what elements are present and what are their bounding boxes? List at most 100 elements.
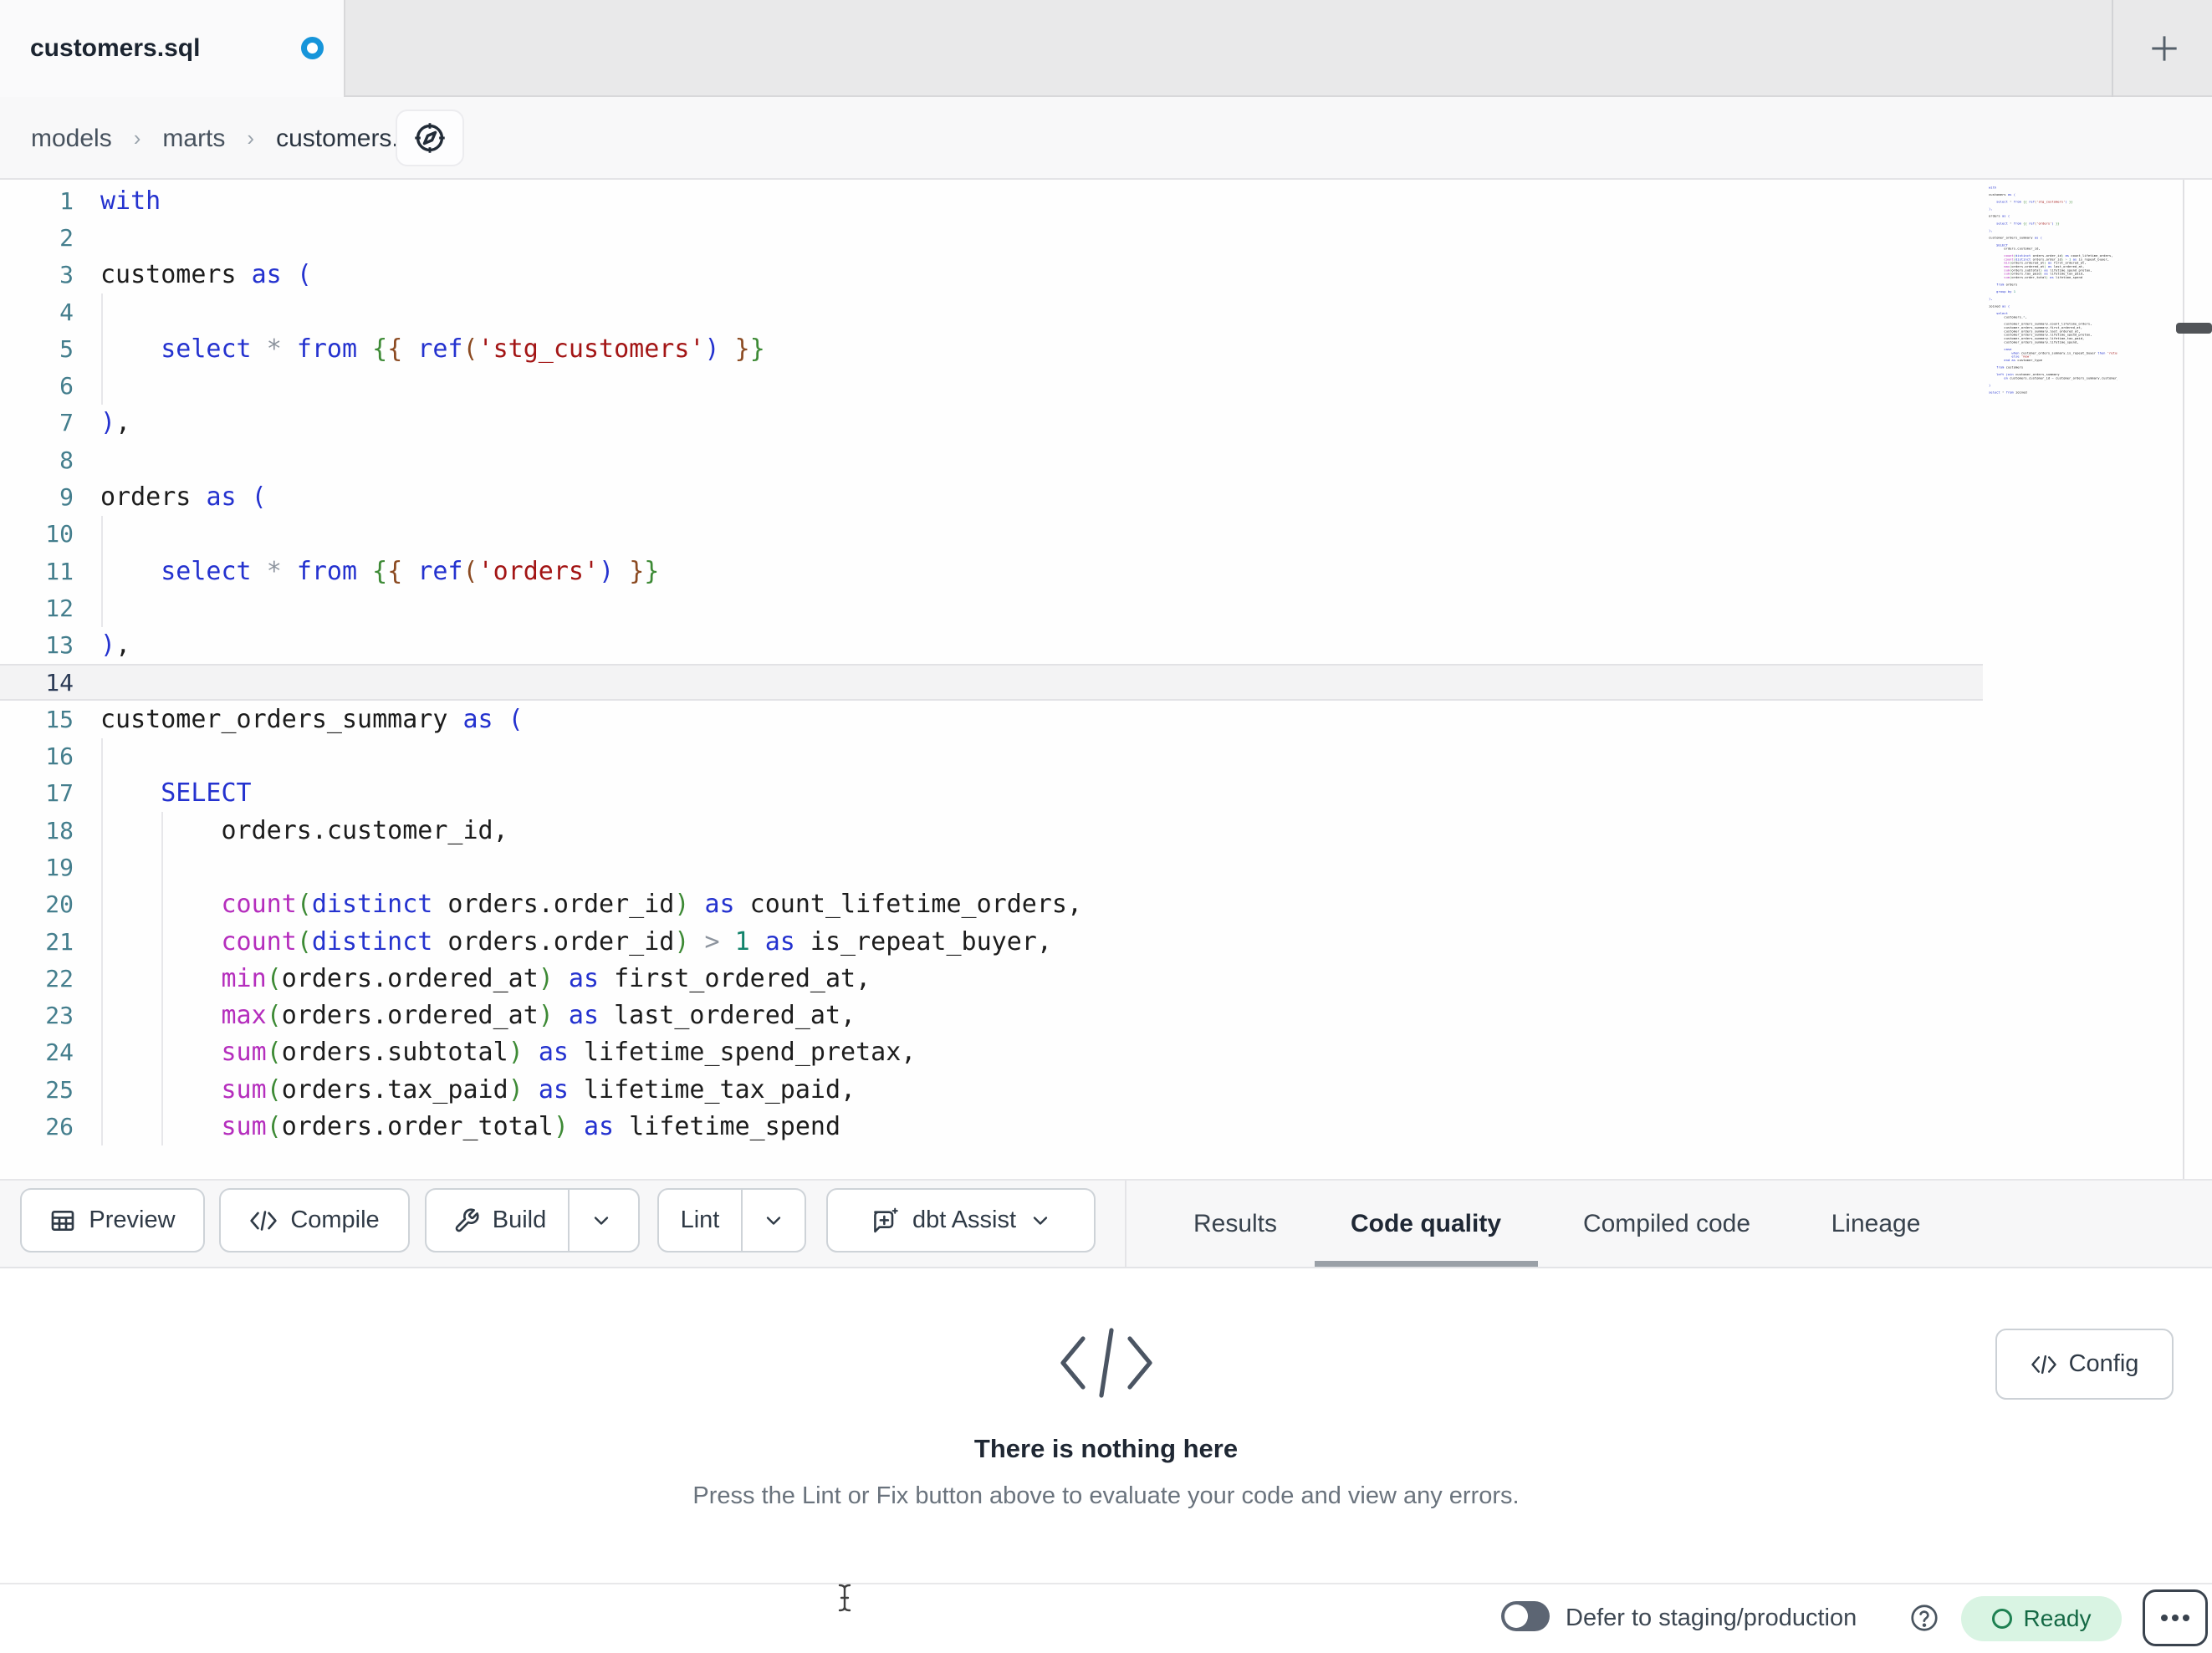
code-line-24[interactable]: 24 sum(orders.subtotal) as lifetime_spen… (0, 1034, 1983, 1071)
breadcrumb-separator: › (247, 125, 255, 151)
tab-code-quality[interactable]: Code quality (1351, 1181, 1501, 1267)
line-number: 20 (45, 890, 74, 919)
new-tab-button[interactable] (2138, 22, 2191, 75)
line-number: 10 (45, 520, 74, 548)
compile-button[interactable]: Compile (219, 1188, 410, 1253)
code-line-18[interactable]: 18 orders.customer_id, (0, 812, 1983, 849)
dbt-assist-button-label: dbt Assist (912, 1207, 1017, 1233)
tabbar-divider (2112, 0, 2113, 97)
build-split-button: Build (425, 1188, 640, 1253)
code-line-6[interactable]: 6 (0, 367, 1983, 404)
code-icon (2031, 1353, 2057, 1376)
code-line-17[interactable]: 17 SELECT (0, 775, 1983, 812)
code-line-5[interactable]: 5 select * from {{ ref('stg_customers') … (0, 330, 1983, 367)
build-dropdown-button[interactable] (570, 1190, 633, 1251)
line-number: 23 (45, 1002, 74, 1030)
line-number: 13 (45, 631, 74, 660)
code-text: min(orders.ordered_at) as first_ordered_… (221, 963, 871, 993)
code-text: sum(orders.tax_paid) as lifetime_tax_pai… (221, 1074, 856, 1105)
editor-scrollbar-thumb[interactable] (2176, 323, 2212, 334)
code-line-2[interactable]: 2 (0, 219, 1983, 256)
code-line-13[interactable]: 13), (0, 627, 1983, 664)
line-number: 26 (45, 1113, 74, 1141)
breadcrumb-marts[interactable]: marts (162, 125, 225, 153)
line-number: 25 (45, 1075, 74, 1104)
empty-state: There is nothing here Press the Lint or … (0, 1268, 2212, 1510)
code-line-21[interactable]: 21 count(distinct orders.order_id) > 1 a… (0, 923, 1983, 960)
code-line-11[interactable]: 11 select * from {{ ref('orders') }} (0, 553, 1983, 589)
unsaved-changes-dot-icon (301, 37, 324, 59)
code-line-4[interactable]: 4 (0, 293, 1983, 330)
open-lineage-button[interactable] (396, 110, 464, 166)
code-line-12[interactable]: 12 (0, 589, 1983, 626)
code-line-22[interactable]: 22 min(orders.ordered_at) as first_order… (0, 960, 1983, 997)
code-line-23[interactable]: 23 max(orders.ordered_at) as last_ordere… (0, 997, 1983, 1034)
line-number: 22 (45, 964, 74, 992)
wrench-icon (453, 1207, 480, 1234)
code-line-15[interactable]: 15 customer_orders_summary as ( (0, 701, 1983, 737)
chevron-down-icon (762, 1209, 785, 1232)
line-number: 24 (45, 1038, 74, 1067)
line-number: 3 (59, 261, 74, 289)
code-line-14[interactable]: 14 (0, 663, 1983, 702)
breadcrumb-separator: › (133, 125, 141, 151)
line-number: 5 (59, 334, 74, 363)
code-text: customer_orders_summary as ( (100, 704, 524, 734)
code-line-26[interactable]: 26 sum(orders.order_total) as lifetime_s… (0, 1108, 1983, 1145)
code-icon (249, 1208, 278, 1233)
code-line-7[interactable]: 7), (0, 405, 1983, 441)
code-editor[interactable]: 1 with 2 3 customers as (4 5 select * from {{… (0, 180, 2212, 1179)
more-options-button[interactable] (2143, 1589, 2208, 1646)
tab-lineage[interactable]: Lineage (1831, 1181, 1921, 1267)
compile-button-label: Compile (290, 1207, 380, 1233)
breadcrumb-models[interactable]: models (31, 125, 112, 153)
code-text: sum(orders.order_total) as lifetime_spen… (221, 1112, 841, 1142)
line-number: 15 (45, 705, 74, 733)
code-line-20[interactable]: 20 count(distinct orders.order_id) as co… (0, 886, 1983, 923)
code-line-3[interactable]: 3 customers as ( (0, 257, 1983, 293)
build-button-label: Build (492, 1207, 547, 1233)
defer-toggle[interactable] (1501, 1601, 1550, 1631)
code-text: orders as ( (100, 482, 267, 513)
status-bar: Defer to staging/production Ready (0, 1583, 2212, 1653)
code-text: customers as ( (100, 260, 312, 290)
code-text: max(orders.ordered_at) as last_ordered_a… (221, 1001, 856, 1031)
status-badge-ready[interactable]: Ready (1961, 1596, 2122, 1641)
line-number: 6 (59, 372, 74, 400)
text-cursor-pointer (836, 1583, 853, 1613)
tab-customers-sql[interactable]: customers.sql (0, 0, 345, 97)
code-line-19[interactable]: 19 (0, 849, 1983, 885)
config-button[interactable]: Config (1995, 1329, 2174, 1400)
build-button[interactable]: Build (432, 1190, 569, 1251)
line-number: 14 (45, 668, 74, 696)
chevron-down-icon (590, 1209, 613, 1232)
code-line-16[interactable]: 16 (0, 737, 1983, 774)
tab-bar: customers.sql (0, 0, 2212, 97)
chevron-down-icon (1029, 1209, 1052, 1232)
tab-compiled-code[interactable]: Compiled code (1583, 1181, 1750, 1267)
help-circle-icon[interactable] (1909, 1603, 1939, 1633)
code-line-9[interactable]: 9 orders as ( (0, 478, 1983, 515)
preview-button[interactable]: Preview (20, 1188, 205, 1253)
code-line-10[interactable]: 10 (0, 516, 1983, 553)
tab-results[interactable]: Results (1193, 1181, 1277, 1267)
lint-dropdown-button[interactable] (743, 1190, 805, 1251)
code-line-8[interactable]: 8 (0, 441, 1983, 478)
code-text: orders.customer_id, (100, 815, 508, 845)
defer-label: Defer to staging/production (1566, 1604, 1857, 1631)
line-number: 7 (59, 409, 74, 437)
lint-button[interactable]: Lint (659, 1190, 741, 1251)
code-text: count(distinct orders.order_id) > 1 as i… (221, 926, 1052, 957)
minimap[interactable]: with customers as ( select * from {{ ref… (1989, 186, 2117, 436)
line-number: 16 (45, 742, 74, 771)
line-number: 11 (45, 557, 74, 585)
dbt-assist-button[interactable]: dbt Assist (826, 1188, 1096, 1253)
code-line-1[interactable]: 1 with (0, 182, 1983, 219)
empty-state-title: There is nothing here (973, 1434, 1239, 1463)
toggle-knob (1504, 1605, 1528, 1628)
code-text: select * from {{ ref('stg_customers') }} (161, 334, 765, 364)
lint-split-button: Lint (657, 1188, 806, 1253)
line-number: 18 (45, 816, 74, 844)
action-toolbar: Preview Compile Build Lint dbt Assist Re… (0, 1179, 2212, 1268)
code-line-25[interactable]: 25 sum(orders.tax_paid) as lifetime_tax_… (0, 1071, 1983, 1108)
